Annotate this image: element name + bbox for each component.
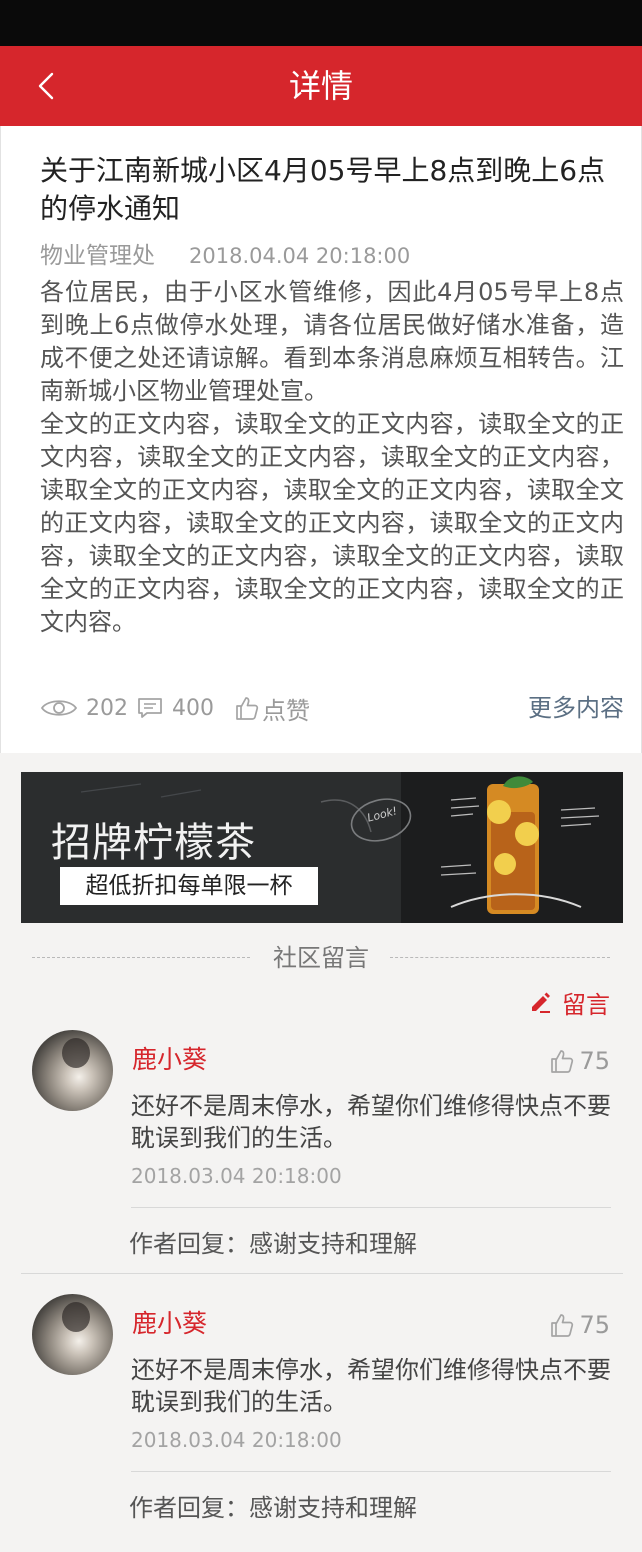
comment-like-count: 75 (579, 1047, 610, 1075)
like-button[interactable]: 点赞 (234, 691, 310, 725)
promo-banner[interactable]: 招牌柠檬茶 超低折扣每单限一杯 Look! (21, 772, 623, 923)
comment-icon (138, 698, 162, 718)
thumbs-up-icon (551, 1314, 574, 1337)
nav-bar: 详情 (0, 46, 642, 126)
article-meta: 物业管理处 2018.04.04 20:18:00 (40, 236, 410, 270)
more-content-link[interactable]: 更多内容 (528, 691, 624, 725)
status-bar (0, 0, 642, 46)
view-count-value: 202 (86, 695, 128, 721)
write-comment-button[interactable]: 留言 (528, 986, 610, 1019)
section-divider: 社区留言 (32, 943, 610, 973)
divider-line-right (390, 957, 610, 958)
author-reply: 作者回复：感谢支持和理解 (129, 1230, 417, 1258)
comment-count-value: 400 (172, 695, 214, 721)
article-card: 关于江南新城小区4月05号早上8点到晚上6点的停水通知 物业管理处 2018.04… (0, 126, 642, 753)
thumbs-up-icon (236, 697, 259, 720)
avatar (32, 1030, 113, 1111)
comments-area: 招牌柠檬茶 超低折扣每单限一杯 Look! 社区留言 留言 鹿小葵 75 还好不… (0, 753, 642, 1552)
author-reply: 作者回复：感谢支持和理解 (129, 1494, 417, 1522)
like-label: 点赞 (262, 696, 310, 725)
comment-like-button[interactable]: 75 (549, 1310, 610, 1340)
article-source: 物业管理处 (40, 243, 155, 269)
section-title: 社区留言 (273, 944, 369, 972)
view-count: 202 (40, 691, 128, 725)
article-title: 关于江南新城小区4月05号早上8点到晚上6点的停水通知 (40, 154, 606, 225)
thumbs-up-icon (551, 1050, 574, 1073)
article-paragraph: 各位居民，由于小区水管维修，因此4月05号早上8点到晚上6点做停水处理，请各位居… (40, 278, 624, 405)
comment-time: 2018.03.04 20:18:00 (131, 1164, 342, 1188)
comment-count[interactable]: 400 (137, 691, 214, 725)
page-title: 详情 (288, 67, 353, 105)
eye-icon (40, 700, 78, 716)
pencil-icon (532, 992, 550, 1013)
article-time: 2018.04.04 20:18:00 (189, 244, 411, 268)
comment-time: 2018.03.04 20:18:00 (131, 1428, 342, 1452)
avatar (32, 1294, 113, 1375)
banner-title: 招牌柠檬茶 (51, 820, 256, 866)
article-body: 各位居民，由于小区水管维修，因此4月05号早上8点到晚上6点做停水处理，请各位居… (40, 276, 624, 639)
banner-subtitle: 超低折扣每单限一杯 (60, 867, 318, 905)
comment-text: 还好不是周末停水，希望你们维修得快点不要耽误到我们的生活。 (131, 1092, 611, 1152)
article-stats: 202 400 点赞 更多内容 (40, 691, 624, 725)
write-comment-label: 留言 (562, 990, 610, 1019)
commenter-name: 鹿小葵 (132, 1309, 208, 1338)
commenter-name: 鹿小葵 (132, 1045, 208, 1074)
reply-separator (131, 1207, 611, 1208)
comment-like-count: 75 (579, 1311, 610, 1339)
reply-separator (131, 1471, 611, 1472)
comment-divider (21, 1273, 623, 1274)
comment-like-button[interactable]: 75 (549, 1046, 610, 1076)
article-paragraph: 全文的正文内容，读取全文的正文内容，读取全文的正文内容，读取全文的正文内容，读取… (40, 410, 624, 636)
comment-text: 还好不是周末停水，希望你们维修得快点不要耽误到我们的生活。 (131, 1356, 611, 1416)
